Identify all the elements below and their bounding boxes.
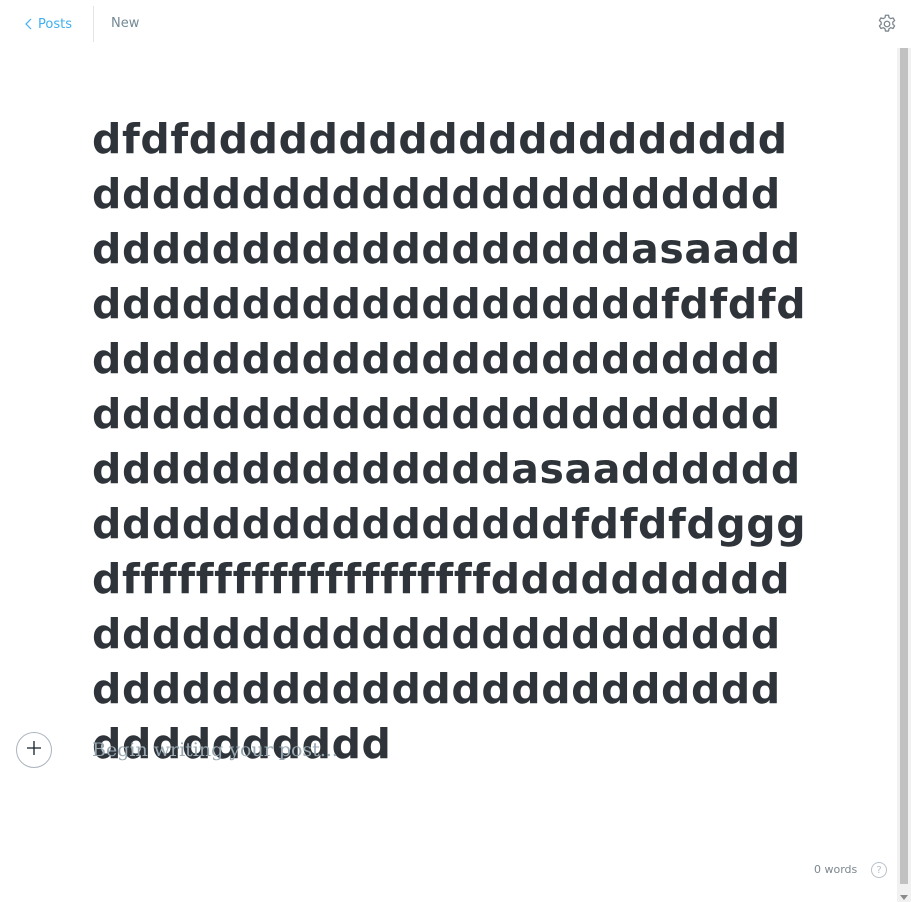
scrollbar-thumb[interactable] (900, 48, 908, 884)
word-count: 0 words (814, 863, 858, 876)
header-divider (93, 6, 94, 42)
gear-icon (876, 14, 898, 39)
back-link-label: Posts (38, 16, 72, 32)
post-title-input[interactable]: dfdfdddddddddddddddddddddddddddddddddddd… (92, 112, 808, 772)
chevron-left-icon (24, 18, 32, 30)
scroll-down-arrow-icon[interactable] (900, 895, 908, 900)
vertical-scrollbar[interactable] (897, 48, 911, 902)
question-mark-icon: ? (876, 864, 882, 876)
add-card-button[interactable] (16, 732, 52, 768)
editor-header: Posts New (0, 0, 911, 48)
plus-icon (26, 740, 42, 760)
post-body-editor[interactable]: Begin writing your post... (92, 737, 792, 763)
back-to-posts-link[interactable]: Posts (24, 14, 72, 34)
post-status: New (111, 16, 140, 31)
settings-button[interactable] (876, 13, 898, 35)
help-button[interactable]: ? (871, 862, 887, 878)
